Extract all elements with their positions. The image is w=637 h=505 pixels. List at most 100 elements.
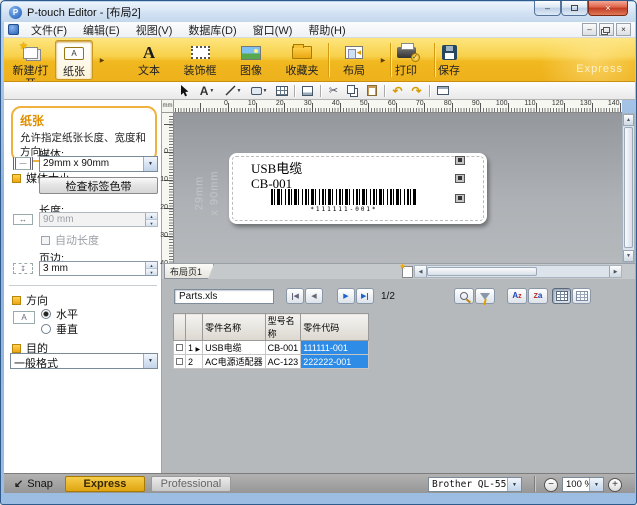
row-checkbox[interactable] [174,355,186,369]
paper-button[interactable]: A 纸张 [55,40,93,80]
dropdown-arrow-icon[interactable]: ▼ [589,478,603,491]
snap-toggle[interactable]: ↙ Snap [14,477,53,490]
merge-field-icon[interactable] [455,194,465,203]
toolbar-expand-button[interactable]: ▶ [96,52,108,68]
cell-code-selected[interactable]: 111111-001 [301,341,369,355]
select-tool-button[interactable] [176,83,193,98]
search-button[interactable] [454,288,474,304]
sort-ascending-button[interactable]: Az [507,288,527,304]
column-header-code[interactable]: 零件代码 [301,314,369,341]
layout-button[interactable]: 布局 [332,40,376,80]
cell-name[interactable]: USB电缆 [203,341,266,355]
scroll-up-button[interactable]: ▲ [623,114,634,126]
sort-descending-button[interactable]: Za [528,288,548,304]
margin-spin-buttons[interactable]: ▲▼ [145,262,157,275]
child-restore-button[interactable] [599,23,614,36]
radio-selected-icon [41,309,51,319]
close-button[interactable]: × [588,1,628,16]
child-minimize-button[interactable]: – [582,23,597,36]
column-header-name[interactable]: 零件名称 [203,314,266,341]
menu-view[interactable]: 视图(V) [128,22,181,38]
rownum-column-header[interactable] [186,314,203,341]
child-close-button[interactable]: × [616,23,631,36]
cell-model[interactable]: CB-001 [265,341,301,355]
cell-code-selected[interactable]: 222222-001 [301,355,369,369]
zoom-level-select[interactable]: 100 % ▼ [562,477,604,492]
frame-button[interactable]: 装饰框 [177,40,223,80]
label-text-line1[interactable]: USB电缆 [251,158,302,177]
filter-button[interactable] [475,288,495,304]
draw-toolbar: A▼ ▼ ▼ ✂ ↶ ↷ [4,82,635,100]
professional-mode-button[interactable]: Professional [151,476,231,492]
database-source-field[interactable]: Parts.xls [174,289,274,304]
express-mode-button[interactable]: Express [65,476,145,492]
page-setup-button[interactable] [299,83,316,98]
vertical-radio[interactable]: 垂直 [41,321,78,337]
maximize-button[interactable] [561,1,588,16]
barcode-object[interactable] [271,189,417,205]
dropdown-arrow-icon[interactable]: ▼ [507,478,521,491]
media-size-select[interactable]: 29mm x 90mm ▼ [39,156,158,172]
text-tool-button[interactable]: A▼ [195,83,219,98]
new-open-button[interactable]: ★ 新建/打开 [7,40,54,80]
zoom-in-button[interactable]: + [608,478,622,492]
scrollbar-thumb[interactable] [624,127,633,248]
purpose-select[interactable]: 一般格式 ▼ [10,353,158,369]
menu-database[interactable]: 数据库(D) [180,22,244,38]
canvas-horizontal-scrollbar[interactable]: ◀ ▶ [414,265,622,278]
cell-model[interactable]: AC-123 [265,355,301,369]
scroll-right-button[interactable]: ▶ [609,266,621,277]
canvas-vertical-scrollbar[interactable]: ▲ ▼ [622,113,635,263]
cell-name[interactable]: AC电源适配器 [203,355,266,369]
merge-field-icon[interactable] [455,156,465,165]
horizontal-radio[interactable]: 水平 [41,306,78,322]
select-column-header[interactable] [174,314,186,341]
paste-button[interactable] [363,83,380,98]
child-minimize-icon: – [587,25,591,34]
status-bar: ↙ Snap Express Professional Brother QL-5… [4,473,635,493]
layout-page-tab[interactable]: 布局页1 [164,264,214,279]
cut-button[interactable]: ✂ [325,83,342,98]
printer-select[interactable]: Brother QL-550 ▼ [428,477,522,492]
check-tape-button[interactable]: 检查标签色带 [39,177,158,194]
scroll-down-button[interactable]: ▼ [623,250,634,262]
table-row[interactable]: 2 AC电源适配器 AC-123 222222-001 [174,355,369,369]
column-header-model[interactable]: 型号名称 [265,314,301,341]
table-tool-button[interactable] [273,83,290,98]
grid-view-button[interactable] [552,288,571,304]
print-button[interactable]: ✓ 打印 [383,40,429,80]
h-ruler-tick: 40 [332,100,340,107]
last-record-button[interactable]: ▶ [356,288,374,304]
scroll-left-button[interactable]: ◀ [415,266,427,277]
menu-file[interactable]: 文件(F) [23,22,75,38]
previous-record-button[interactable]: ◀ [305,288,323,304]
label-object[interactable]: USB电缆 CB-001 *111111-001* [229,153,487,224]
row-checkbox[interactable] [174,341,186,355]
table-row[interactable]: 1 ▶ USB电缆 CB-001 111111-001 [174,341,369,355]
window-arrange-button[interactable] [434,83,451,98]
menu-window[interactable]: 窗口(W) [245,22,301,38]
form-view-button[interactable] [572,288,591,304]
favorites-button[interactable]: 收藏夹 [279,40,325,80]
dropdown-arrow-icon[interactable]: ▼ [143,354,157,368]
merge-field-icon[interactable] [455,174,465,183]
menu-edit[interactable]: 编辑(E) [75,22,128,38]
line-tool-button[interactable]: ▼ [221,83,245,98]
minimize-button[interactable]: – [534,1,561,16]
save-button[interactable]: 保存 [426,40,472,80]
new-page-icon[interactable] [402,266,413,278]
menu-help[interactable]: 帮助(H) [300,22,353,38]
margin-input[interactable]: 3 mm ▲▼ [39,261,158,276]
redo-button[interactable]: ↷ [408,83,425,98]
copy-button[interactable] [344,83,361,98]
first-record-button[interactable]: ◀ [286,288,304,304]
shape-tool-button[interactable]: ▼ [247,83,271,98]
scrollbar-thumb[interactable] [427,267,537,276]
zoom-out-button[interactable]: − [544,478,558,492]
text-button[interactable]: A 文本 [126,40,172,80]
image-button[interactable]: 图像 [228,40,274,80]
search-icon [460,292,468,300]
dropdown-arrow-icon[interactable]: ▼ [143,157,157,171]
undo-button[interactable]: ↶ [389,83,406,98]
next-record-button[interactable]: ▶ [337,288,355,304]
